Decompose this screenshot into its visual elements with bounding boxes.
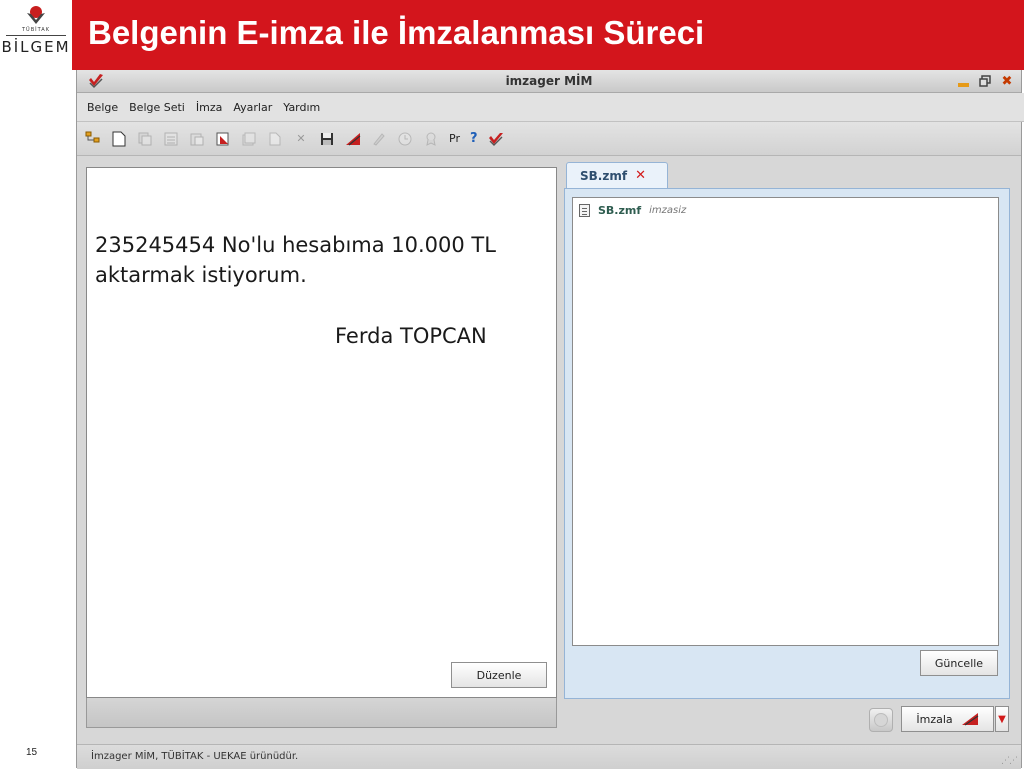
pen-icon[interactable]	[371, 131, 387, 147]
circle-icon	[874, 713, 888, 727]
certificate-icon[interactable]	[423, 131, 439, 147]
save-icon[interactable]	[319, 131, 335, 147]
slide-title-bar: Belgenin E-imza ile İmzalanması Süreci	[72, 0, 1024, 70]
tab-sb-zmf[interactable]: SB.zmf ✕	[566, 162, 668, 188]
guncelle-button[interactable]: Güncelle	[920, 650, 998, 676]
signature-status: imzasiz	[649, 205, 687, 216]
sign-document-icon[interactable]	[215, 131, 231, 147]
menu-ayarlar[interactable]: Ayarlar	[233, 101, 272, 114]
logo-rule	[6, 35, 66, 36]
imzala-button[interactable]: İmzala	[901, 706, 994, 732]
pr-button[interactable]: Pr	[449, 132, 460, 145]
document-pane-footer	[86, 698, 557, 728]
tree-icon[interactable]	[85, 131, 101, 147]
paste-icon[interactable]	[189, 131, 205, 147]
duzenle-button[interactable]: Düzenle	[451, 662, 547, 688]
tab-label: SB.zmf	[580, 168, 628, 183]
resize-grip-icon[interactable]: ⋰⋰	[1001, 756, 1018, 766]
document-file-icon	[579, 204, 590, 217]
document-content-pane[interactable]: 235245454 No'lu hesabıma 10.000 TL aktar…	[86, 167, 557, 698]
menu-belge-seti[interactable]: Belge Seti	[129, 101, 185, 114]
imzager-window: imzager MİM ✖ Belge Belge Seti İmza Ayar…	[76, 70, 1024, 769]
menu-imza[interactable]: İmza	[196, 101, 222, 114]
restore-icon[interactable]	[977, 73, 993, 89]
imzala-label: İmzala	[916, 712, 953, 726]
file-list[interactable]: SB.zmf imzasiz	[572, 197, 999, 646]
minimize-icon[interactable]	[955, 73, 971, 89]
blank-page-icon[interactable]	[267, 131, 283, 147]
menu-belge[interactable]: Belge	[87, 101, 118, 114]
logo-name: BİLGEM	[1, 38, 71, 56]
close-icon[interactable]: ✖	[999, 73, 1015, 89]
logo-small-text: TÜBİTAK	[22, 27, 50, 33]
window-titlebar[interactable]: imzager MİM ✖	[77, 70, 1021, 93]
page-number: 15	[26, 747, 38, 758]
window-title: imzager MİM	[505, 74, 593, 88]
help-icon[interactable]: ?	[470, 131, 478, 146]
tab-close-icon[interactable]: ✕	[635, 168, 646, 183]
sign-icon	[961, 713, 978, 726]
window-controls: ✖	[955, 73, 1015, 89]
toolbar: ✕ Pr ?	[77, 122, 1021, 156]
slide-left-strip	[0, 70, 72, 768]
imzala-dropdown-arrow-icon[interactable]: ▼	[995, 706, 1009, 732]
status-bar: İmzager MİM, TÜBİTAK - UEKAE ürünüdür. ⋰…	[77, 744, 1021, 769]
disabled-round-button[interactable]	[869, 708, 893, 732]
menu-yardim[interactable]: Yardım	[283, 101, 320, 114]
status-text: İmzager MİM, TÜBİTAK - UEKAE ürünüdür.	[91, 751, 299, 762]
delete-icon[interactable]: ✕	[293, 131, 309, 147]
imzager-check-icon[interactable]	[488, 131, 504, 147]
list-icon[interactable]	[163, 131, 179, 147]
document-signature-text: Ferda TOPCAN	[335, 324, 487, 348]
list-item[interactable]: SB.zmf imzasiz	[579, 204, 686, 217]
tubitak-emblem-icon	[27, 6, 45, 24]
clock-icon[interactable]	[397, 131, 413, 147]
file-name: SB.zmf	[598, 204, 642, 217]
slide-title: Belgenin E-imza ile İmzalanması Süreci	[88, 14, 705, 51]
document-stack-icon[interactable]	[241, 131, 257, 147]
sign-icon[interactable]	[345, 131, 361, 147]
new-document-icon[interactable]	[111, 131, 127, 147]
document-body-text: 235245454 No'lu hesabıma 10.000 TL aktar…	[95, 233, 496, 287]
menu-bar: Belge Belge Seti İmza Ayarlar Yardım	[77, 93, 1024, 122]
bilgem-logo: TÜBİTAK BİLGEM	[0, 0, 72, 70]
copy-icon[interactable]	[137, 131, 153, 147]
